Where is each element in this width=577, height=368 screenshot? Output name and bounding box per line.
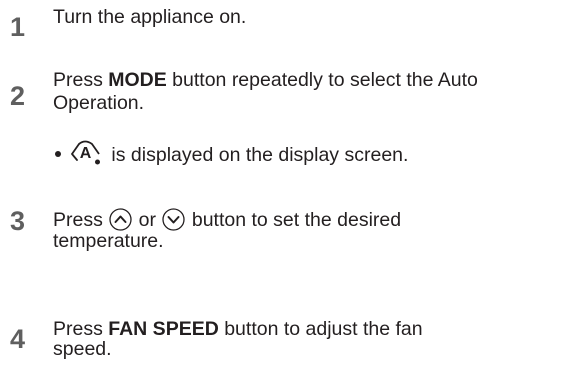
chevron-down-icon bbox=[162, 208, 186, 231]
auto-mode-icon: A bbox=[69, 138, 102, 168]
step-number: 4 bbox=[10, 324, 26, 354]
mode-button-label: MODE bbox=[108, 69, 167, 91]
text-segment: Press bbox=[53, 69, 109, 91]
step-text: Press MODE button repeatedly to select t… bbox=[53, 69, 478, 115]
step-text-line: speed. bbox=[53, 338, 112, 360]
text-segment: button repeatedly to select the Auto bbox=[166, 69, 478, 91]
step-text: Turn the appliance on. bbox=[53, 6, 246, 29]
bullet-item: A is displayed on the display screen. bbox=[55, 138, 408, 168]
text-segment: Press bbox=[53, 318, 109, 340]
text-segment: button to adjust the fan bbox=[218, 318, 423, 340]
step-text: Press or button to set the desired tempe… bbox=[53, 208, 401, 253]
step-text-line: temperature. bbox=[53, 230, 164, 252]
step-text-line: Press or button to set the desired bbox=[53, 208, 401, 232]
text-segment: Press bbox=[53, 209, 109, 231]
bullet-text: is displayed on the display screen. bbox=[106, 144, 409, 166]
step-text-line: Press MODE button repeatedly to select t… bbox=[53, 69, 478, 92]
text-segment: button to set the desired bbox=[186, 209, 402, 231]
step-text-line: Operation. bbox=[53, 92, 145, 114]
auto-mode-letter: A bbox=[80, 145, 92, 162]
step-text-line: Turn the appliance on. bbox=[53, 6, 247, 28]
chevron-up-icon bbox=[109, 208, 132, 231]
step-number: 3 bbox=[10, 206, 26, 236]
bullet-icon bbox=[55, 151, 61, 157]
fan-speed-button-label: FAN SPEED bbox=[108, 318, 219, 340]
text-segment: or bbox=[133, 209, 162, 231]
step-number: 1 bbox=[10, 12, 26, 42]
step-number: 2 bbox=[10, 81, 26, 111]
step-text: Press FAN SPEED button to adjust the fan… bbox=[53, 318, 423, 361]
